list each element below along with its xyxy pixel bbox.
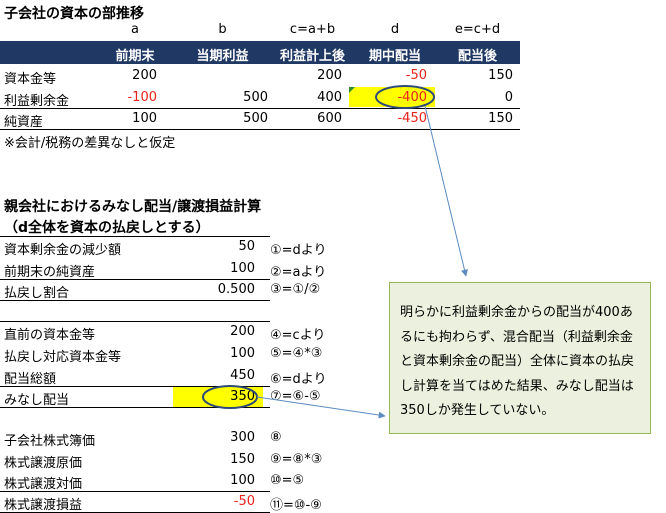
ellipse-dividend-highlight — [375, 85, 435, 109]
ellipse-deemed-dividend — [202, 385, 258, 409]
arrow-to-callout-top — [424, 105, 468, 277]
arrow-to-callout-left — [256, 396, 386, 419]
annotation-overlay — [202, 85, 468, 419]
